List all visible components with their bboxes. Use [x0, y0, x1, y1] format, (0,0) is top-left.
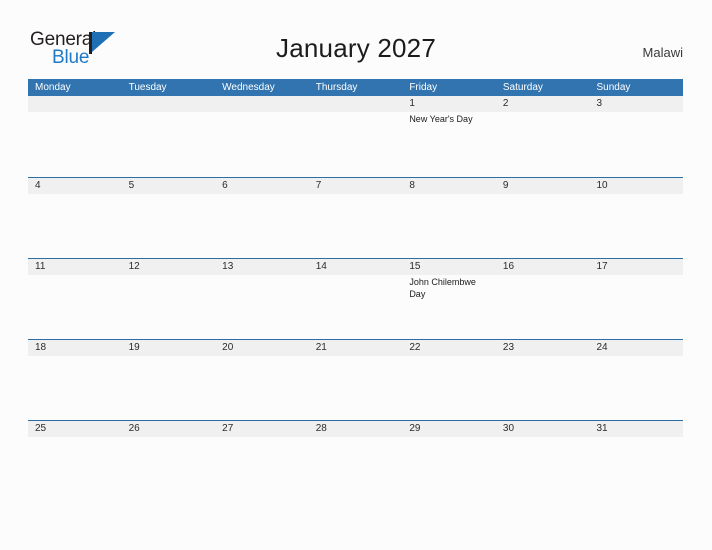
day-number: 26: [128, 423, 140, 434]
day-number: 1: [409, 98, 415, 109]
calendar-day-cell[interactable]: 27: [215, 421, 309, 501]
day-number: 12: [128, 261, 140, 272]
day-events: New Year's Day: [409, 114, 493, 126]
calendar-day-cell[interactable]: 22: [402, 340, 496, 420]
calendar-day-cell[interactable]: 29: [402, 421, 496, 501]
page-title: January 2027: [276, 33, 436, 63]
day-number: 2: [502, 98, 509, 109]
country-label: Malawi: [642, 45, 683, 60]
calendar-day-cell[interactable]: 28: [309, 421, 403, 501]
calendar-day-cell[interactable]: 4: [28, 178, 122, 258]
day-number: 21: [315, 342, 327, 353]
calendar-day-cell-empty: [122, 96, 216, 177]
calendar-day-cell[interactable]: 24: [589, 340, 683, 420]
page-header: General Blue January 2027 Malawi: [0, 0, 712, 78]
day-number: 13: [222, 261, 234, 272]
day-number: 23: [502, 342, 515, 353]
day-number: 24: [596, 342, 608, 353]
week-cells: 1 New Year's Day 2 3: [28, 96, 683, 177]
week-cells: 11 12 13 14 15 John Chilembwe Day 16 17: [28, 259, 683, 339]
calendar-day-cell-empty: [309, 96, 403, 177]
weekday-wednesday: Wednesday: [222, 82, 275, 93]
day-number: 16: [502, 261, 515, 272]
day-number: 18: [35, 342, 47, 353]
day-number: 8: [409, 180, 415, 191]
calendar-day-cell[interactable]: 19: [122, 340, 216, 420]
calendar-week-row: 11 12 13 14 15 John Chilembwe Day 16 17: [28, 258, 683, 339]
day-number: 9: [502, 180, 509, 191]
day-events: John Chilembwe Day: [409, 277, 493, 300]
calendar-day-cell[interactable]: 17: [589, 259, 683, 339]
calendar-grid: Monday Tuesday Wednesday Thursday Friday…: [28, 79, 683, 501]
calendar-week-row: 4 5 6 7 8 9 10: [28, 177, 683, 258]
calendar-day-cell[interactable]: 20: [215, 340, 309, 420]
holiday-event-label: New Year's Day: [409, 114, 473, 124]
weekday-tuesday: Tuesday: [128, 82, 167, 93]
week-cells: 25 26 27 28 29 30 31: [28, 421, 683, 501]
calendar-day-cell[interactable]: 30: [496, 421, 590, 501]
weekday-friday: Friday: [409, 82, 438, 93]
calendar-day-cell[interactable]: 21: [309, 340, 403, 420]
day-number: 7: [315, 180, 322, 191]
calendar-day-cell[interactable]: 9: [496, 178, 590, 258]
calendar-day-cell[interactable]: 7: [309, 178, 403, 258]
day-number: 14: [315, 261, 327, 272]
calendar-day-cell[interactable]: 14: [309, 259, 403, 339]
calendar-day-cell[interactable]: 15 John Chilembwe Day: [402, 259, 496, 339]
day-number: 20: [222, 342, 234, 353]
week-cells: 4 5 6 7 8 9 10: [28, 178, 683, 258]
day-number: 19: [128, 342, 140, 353]
weekday-saturday: Saturday: [502, 82, 543, 93]
calendar-day-cell[interactable]: 5: [122, 178, 216, 258]
day-number: 17: [596, 261, 608, 272]
calendar-day-cell[interactable]: 11: [28, 259, 122, 339]
calendar-week-row: 25 26 27 28 29 30 31: [28, 420, 683, 501]
calendar-weeks: 1 New Year's Day 2 3 4 5 6 7 8 9 10 11 12 13 14 15 John …: [28, 96, 683, 501]
calendar-week-row: 1 New Year's Day 2 3: [28, 96, 683, 177]
calendar-day-cell[interactable]: 12: [122, 259, 216, 339]
holiday-event-label: John Chilembwe Day: [409, 277, 476, 299]
weekday-header-row: Monday Tuesday Wednesday Thursday Friday…: [28, 79, 683, 96]
day-number: 22: [409, 342, 421, 353]
calendar-day-cell[interactable]: 6: [215, 178, 309, 258]
calendar-week-row: 18 19 20 21 22 23 24: [28, 339, 683, 420]
calendar-day-cell-empty: [28, 96, 122, 177]
calendar-day-cell[interactable]: 16: [496, 259, 590, 339]
weekday-sunday: Sunday: [596, 82, 631, 93]
day-number: 27: [222, 423, 234, 434]
day-number: 10: [596, 180, 608, 191]
day-number: 11: [35, 261, 46, 272]
calendar-day-cell[interactable]: 18: [28, 340, 122, 420]
calendar-day-cell[interactable]: 25: [28, 421, 122, 501]
day-number: 30: [502, 423, 515, 434]
day-number: 28: [315, 423, 327, 434]
calendar-day-cell[interactable]: 13: [215, 259, 309, 339]
calendar-day-cell[interactable]: 1 New Year's Day: [402, 96, 496, 177]
calendar-day-cell[interactable]: 10: [589, 178, 683, 258]
day-number: 6: [222, 180, 228, 191]
weekday-monday: Monday: [35, 82, 71, 93]
calendar-page: General Blue January 2027 Malawi Monday …: [0, 0, 712, 550]
day-number: 5: [128, 180, 135, 191]
calendar-day-cell[interactable]: 31: [589, 421, 683, 501]
calendar-day-cell[interactable]: 2: [496, 96, 590, 177]
day-number: 31: [596, 423, 608, 434]
week-cells: 18 19 20 21 22 23 24: [28, 340, 683, 420]
day-number: 4: [35, 180, 41, 191]
calendar-day-cell[interactable]: 23: [496, 340, 590, 420]
calendar-day-cell[interactable]: 3: [589, 96, 683, 177]
weekday-thursday: Thursday: [315, 82, 358, 93]
calendar-day-cell[interactable]: 26: [122, 421, 216, 501]
calendar-day-cell-empty: [215, 96, 309, 177]
day-number: 29: [409, 423, 421, 434]
day-number: 3: [596, 98, 603, 109]
day-number: 25: [35, 423, 47, 434]
day-number: 15: [409, 261, 421, 272]
calendar-day-cell[interactable]: 8: [402, 178, 496, 258]
